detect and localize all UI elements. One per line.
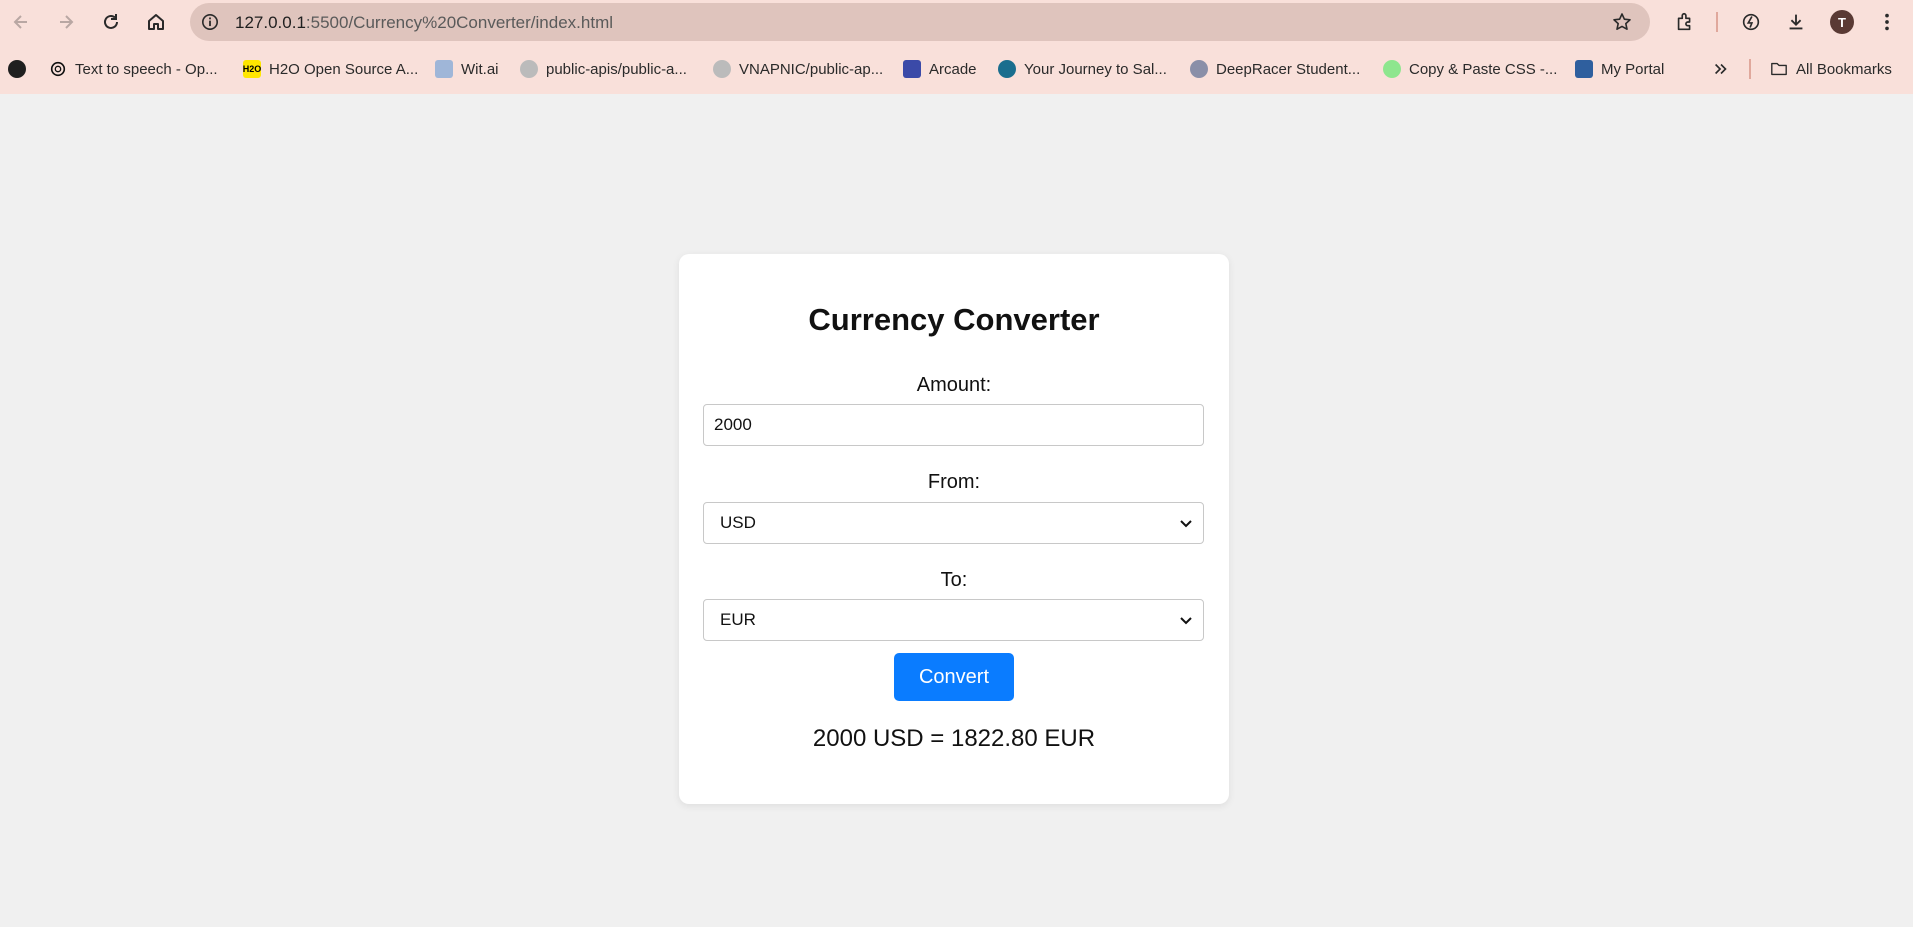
bookmark-label: Wit.ai — [461, 60, 499, 78]
all-bookmarks-folder[interactable]: All Bookmarks — [1770, 57, 1892, 81]
convert-button[interactable]: Convert — [894, 653, 1014, 701]
wit-icon — [435, 60, 453, 78]
openai-icon — [49, 60, 67, 78]
deepracer-icon — [1190, 60, 1208, 78]
url-path: :5500/Currency%20Converter/index.html — [305, 13, 614, 32]
forward-arrow-icon — [60, 15, 74, 29]
reload-icon — [104, 14, 118, 29]
github-icon — [520, 60, 538, 78]
to-currency-select[interactable]: EUR — [703, 599, 1204, 641]
performance-icon[interactable] — [1739, 10, 1763, 34]
url-host: 127.0.0.1 — [235, 13, 306, 32]
h2o-icon: H2O — [243, 60, 261, 78]
site-info-icon[interactable] — [200, 12, 220, 32]
github-icon — [713, 60, 731, 78]
chevron-down-icon — [1180, 520, 1192, 528]
bookmark-label: My Portal — [1601, 60, 1665, 78]
chevron-down-icon — [1180, 617, 1192, 625]
bookmark-copy-paste-css[interactable]: Copy & Paste CSS -... — [1383, 57, 1557, 81]
bookmark-vnapnic[interactable]: VNAPNIC/public-ap... — [713, 57, 883, 81]
arcade-icon — [903, 60, 921, 78]
to-label: To: — [940, 569, 968, 591]
back-arrow-icon — [13, 15, 27, 29]
address-bar[interactable]: 127.0.0.1:5500/Currency%20Converter/inde… — [190, 3, 1650, 41]
profile-avatar[interactable]: T — [1830, 10, 1854, 34]
bookmarks-bar: Text to speech - Op... H2O H2O Open Sour… — [0, 52, 1913, 86]
converter-card: Currency Converter Amount: 2000 From: US… — [679, 254, 1229, 804]
amount-input[interactable]: 2000 — [703, 404, 1204, 446]
from-currency-select[interactable]: USD — [703, 502, 1204, 544]
from-label: From: — [927, 471, 981, 493]
bookmark-public-apis[interactable]: public-apis/public-a... — [520, 57, 687, 81]
conversion-result: 2000 USD = 1822.80 EUR — [812, 725, 1096, 752]
more-bookmarks-button[interactable] — [1712, 57, 1730, 81]
extensions-icon[interactable] — [1673, 10, 1697, 34]
browser-toolbar: 127.0.0.1:5500/Currency%20Converter/inde… — [0, 0, 1913, 44]
back-button[interactable] — [5, 6, 37, 38]
toolbar-separator — [1716, 12, 1718, 32]
home-icon — [148, 14, 164, 30]
reload-button[interactable] — [95, 6, 127, 38]
bookmark-wit-ai[interactable]: Wit.ai — [435, 57, 499, 81]
trailhead-icon — [998, 60, 1016, 78]
portal-icon — [1575, 60, 1593, 78]
forward-button[interactable] — [50, 6, 82, 38]
from-currency-value: USD — [720, 513, 756, 532]
bookmarks-separator — [1749, 59, 1751, 79]
bookmark-arcade[interactable]: Arcade — [903, 57, 977, 81]
amount-label: Amount: — [916, 374, 992, 396]
folder-icon — [1770, 60, 1788, 78]
bookmark-text-to-speech[interactable]: Text to speech - Op... — [49, 57, 218, 81]
url-text: 127.0.0.1:5500/Currency%20Converter/inde… — [235, 13, 613, 33]
bookmark-journey[interactable]: Your Journey to Sal... — [998, 57, 1167, 81]
all-bookmarks-label: All Bookmarks — [1796, 60, 1892, 78]
download-icon[interactable] — [1784, 10, 1808, 34]
bookmark-label: Arcade — [929, 60, 977, 78]
bookmark-my-portal[interactable]: My Portal — [1575, 57, 1664, 81]
bookmark-label: Copy & Paste CSS -... — [1409, 60, 1558, 78]
to-currency-value: EUR — [720, 610, 756, 629]
apps-globe-icon[interactable] — [8, 57, 34, 81]
bookmark-label: Your Journey to Sal... — [1024, 60, 1167, 78]
browser-chrome: 127.0.0.1:5500/Currency%20Converter/inde… — [0, 0, 1913, 94]
bookmark-label: H2O Open Source A... — [269, 60, 419, 78]
chevron-double-right-icon — [1715, 63, 1727, 75]
bookmark-label: Text to speech - Op... — [75, 60, 218, 78]
css-icon — [1383, 60, 1401, 78]
bookmark-label: DeepRacer Student... — [1216, 60, 1361, 78]
bookmark-deepracer[interactable]: DeepRacer Student... — [1190, 57, 1360, 81]
bookmark-label: public-apis/public-a... — [546, 60, 687, 78]
bookmark-label: VNAPNIC/public-ap... — [739, 60, 884, 78]
home-button[interactable] — [140, 6, 172, 38]
bookmark-h2o[interactable]: H2O H2O Open Source A... — [243, 57, 418, 81]
menu-kebab-icon[interactable] — [1875, 10, 1899, 34]
page-title: Currency Converter — [808, 302, 1100, 337]
bookmark-star-icon[interactable] — [1612, 12, 1632, 32]
